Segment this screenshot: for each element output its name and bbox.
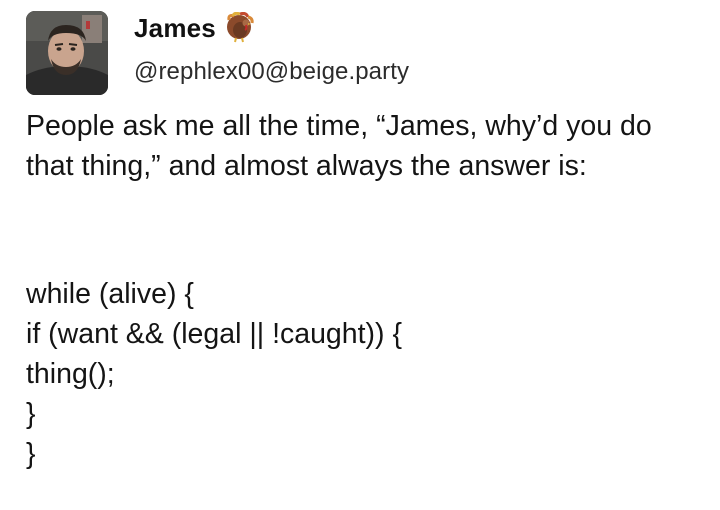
turkey-icon: [224, 12, 256, 44]
post-text-paragraph: People ask me all the time, “James, why’…: [26, 110, 652, 182]
code-line: thing();: [26, 358, 115, 390]
avatar-photo-icon: [26, 11, 108, 95]
author-name-row: James: [134, 10, 256, 46]
code-line: while (alive) {: [26, 278, 194, 310]
avatar[interactable]: [26, 11, 108, 95]
post-code-block: while (alive) { if (want && (legal || !c…: [26, 274, 706, 474]
account-handle[interactable]: @rephlex00@beige.party: [134, 58, 409, 86]
display-name[interactable]: James: [134, 13, 216, 44]
status-post: James @rephlex00@beige.party People ask …: [0, 0, 720, 510]
post-text: People ask me all the time, “James, why’…: [26, 106, 706, 186]
code-line: if (want && (legal || !caught)) {: [26, 318, 402, 350]
code-line: }: [26, 438, 36, 470]
code-line: }: [26, 398, 36, 430]
